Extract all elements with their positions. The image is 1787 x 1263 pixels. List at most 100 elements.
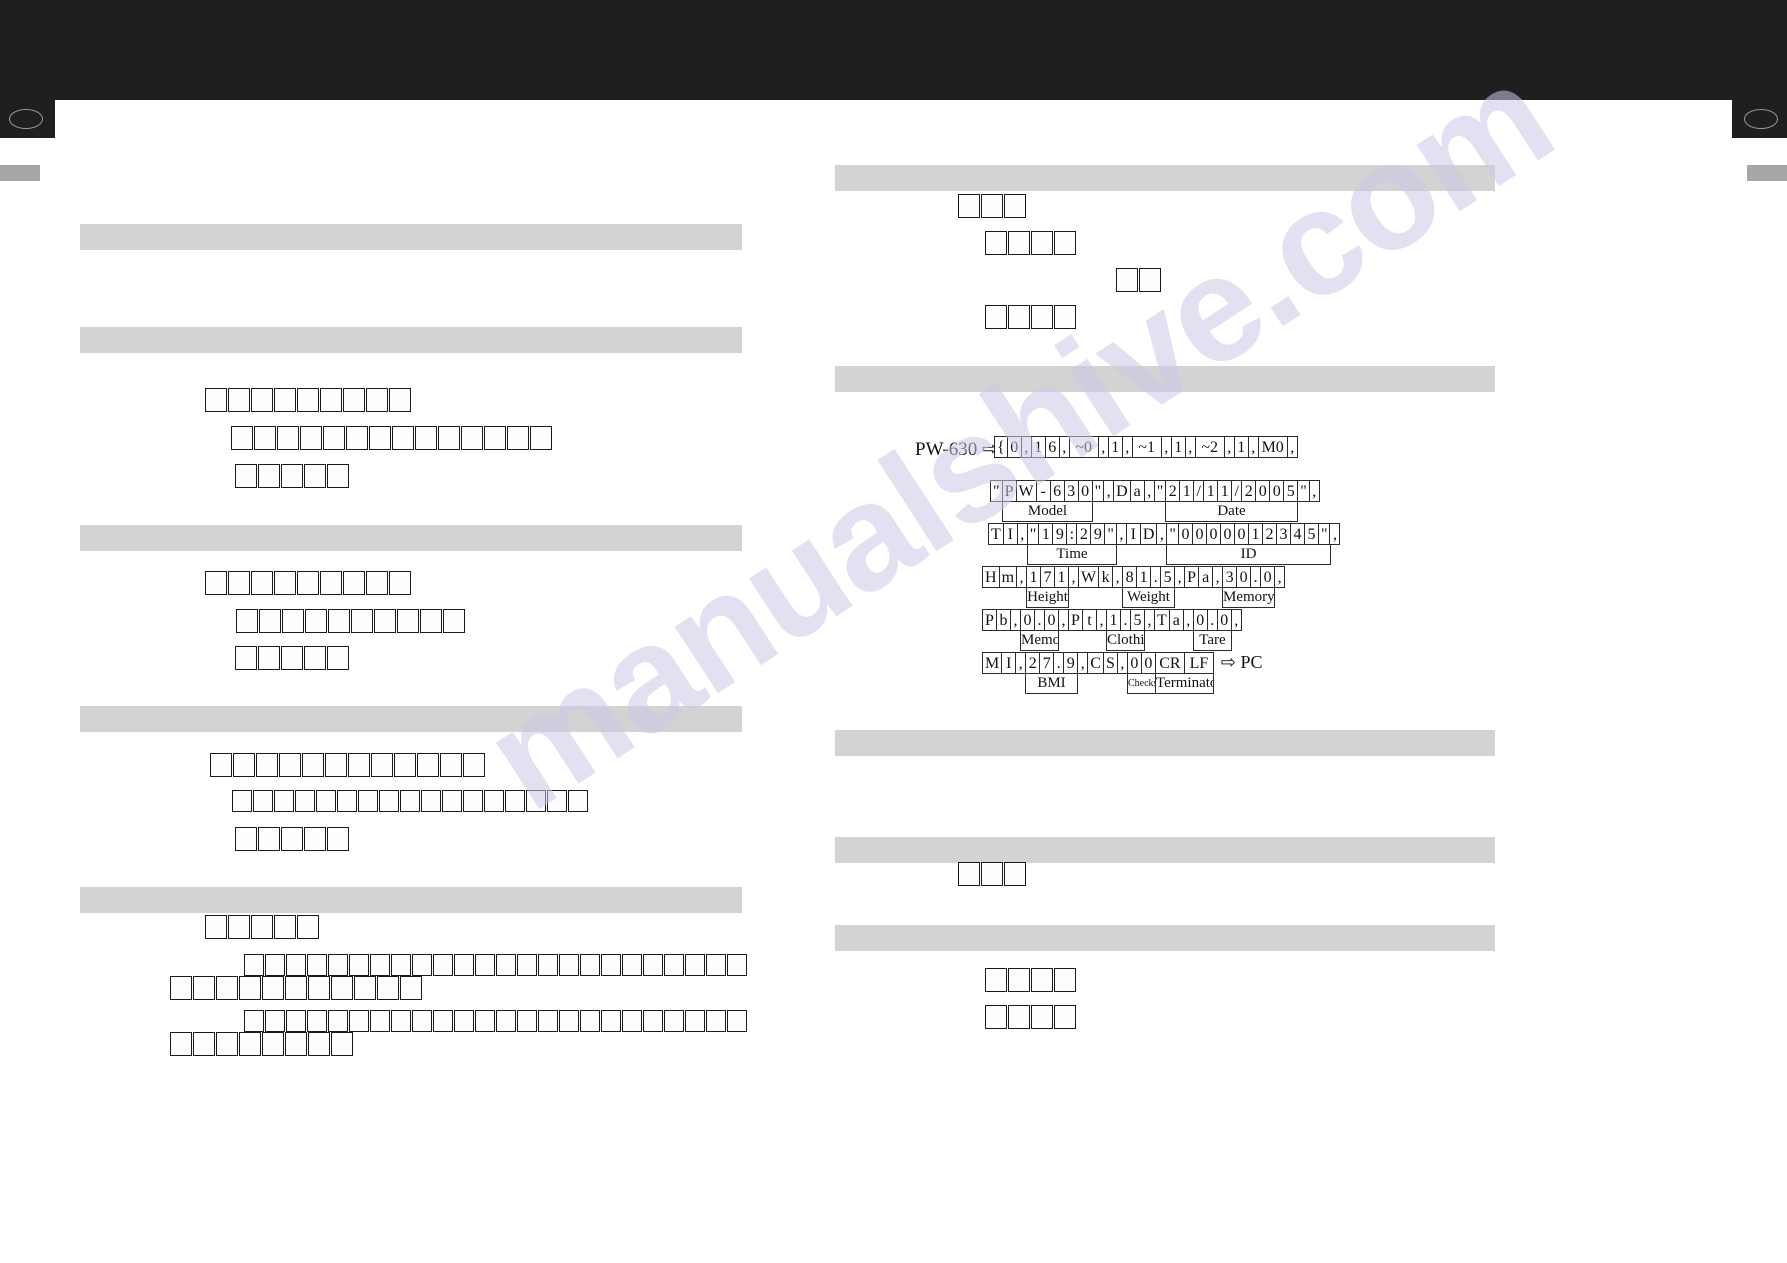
frame-field-label: ID bbox=[1166, 545, 1331, 565]
section-heading-bar bbox=[80, 327, 742, 353]
missing-glyph-box bbox=[170, 976, 192, 1000]
missing-glyph-box bbox=[210, 753, 232, 777]
missing-glyph-box bbox=[348, 753, 370, 777]
frame-cell: 7 bbox=[1039, 652, 1055, 674]
missing-glyph-box bbox=[454, 1010, 474, 1032]
missing-glyph-box bbox=[235, 646, 257, 670]
missing-glyph-box bbox=[282, 609, 304, 633]
frame-cell: 0 bbox=[1044, 609, 1059, 631]
frame-field-label: BMI bbox=[1025, 674, 1078, 694]
missing-glyph-box bbox=[389, 388, 411, 412]
missing-glyph-box bbox=[433, 1010, 453, 1032]
missing-glyph-box bbox=[216, 976, 238, 1000]
missing-glyph-box bbox=[664, 1010, 684, 1032]
frame-cell: 0 bbox=[1192, 609, 1208, 631]
missing-glyph-box bbox=[304, 646, 326, 670]
missing-glyph-box bbox=[454, 954, 474, 976]
missing-glyph-box bbox=[300, 426, 322, 450]
missing-glyph-box bbox=[258, 827, 280, 851]
missing-glyph-box bbox=[1008, 968, 1030, 992]
frame-cell: 0 bbox=[1191, 523, 1207, 545]
missing-glyph-box bbox=[1004, 862, 1026, 886]
missing-glyph-box bbox=[421, 790, 441, 812]
frame-cell: , bbox=[1329, 523, 1341, 545]
missing-glyph-box bbox=[559, 1010, 579, 1032]
frame-cell: 5 bbox=[1160, 566, 1176, 588]
missing-glyph-box bbox=[496, 954, 516, 976]
missing-glyph-box bbox=[1054, 968, 1076, 992]
frame-cell: , bbox=[1308, 480, 1320, 502]
missing-glyph-box bbox=[580, 954, 600, 976]
frame-cell: 0 bbox=[1236, 566, 1252, 588]
text-run bbox=[205, 388, 411, 412]
missing-glyph-box bbox=[484, 790, 504, 812]
section-heading-bar bbox=[80, 224, 742, 250]
frame-cell: M bbox=[982, 652, 1003, 674]
missing-glyph-box bbox=[274, 915, 296, 939]
frame-cell: 0 bbox=[1233, 523, 1249, 545]
output-to-pc-label: ⇨ PC bbox=[1220, 652, 1263, 672]
missing-glyph-box bbox=[547, 790, 567, 812]
frame-cell: 1 bbox=[1107, 436, 1123, 458]
section-heading-bar bbox=[835, 925, 1495, 951]
frame-row: {0, 1 6, ~0, 1, ~1, 1, ~2, 1, M0, bbox=[994, 436, 1298, 458]
text-run bbox=[205, 571, 411, 595]
frame-cell: 0 bbox=[1006, 436, 1022, 458]
missing-glyph-box bbox=[285, 1032, 307, 1056]
text-run bbox=[235, 827, 349, 851]
missing-glyph-box bbox=[279, 753, 301, 777]
missing-glyph-box bbox=[307, 954, 327, 976]
missing-glyph-box bbox=[985, 305, 1007, 329]
missing-glyph-box bbox=[370, 1010, 390, 1032]
frame-cell: 2 bbox=[1241, 480, 1257, 502]
missing-glyph-box bbox=[568, 790, 588, 812]
frame-cell: a bbox=[1129, 480, 1145, 502]
frame-cell: T bbox=[1154, 609, 1170, 631]
missing-glyph-box bbox=[325, 753, 347, 777]
missing-glyph-box bbox=[366, 388, 388, 412]
right-column bbox=[830, 0, 1787, 1263]
frame-cell: CR bbox=[1154, 652, 1185, 674]
missing-glyph-box bbox=[507, 426, 529, 450]
missing-glyph-box bbox=[517, 954, 537, 976]
missing-glyph-box bbox=[320, 571, 342, 595]
missing-glyph-box bbox=[1031, 305, 1053, 329]
text-run bbox=[958, 194, 1026, 218]
missing-glyph-box bbox=[371, 753, 393, 777]
missing-glyph-box bbox=[308, 976, 330, 1000]
frame-cell: I bbox=[1002, 523, 1018, 545]
section-heading-bar bbox=[80, 706, 742, 732]
frame-cell: 9 bbox=[1063, 652, 1079, 674]
frame-cell: 1 bbox=[1170, 436, 1186, 458]
missing-glyph-box bbox=[369, 426, 391, 450]
frame-cell: 0 bbox=[1260, 566, 1276, 588]
frame-cell: T bbox=[988, 523, 1004, 545]
missing-glyph-box bbox=[1031, 1005, 1053, 1029]
frame-cell: 2 bbox=[1025, 652, 1041, 674]
missing-glyph-box bbox=[985, 231, 1007, 255]
frame-cell: 1 bbox=[1179, 480, 1195, 502]
frame-cell: , bbox=[1230, 609, 1242, 631]
missing-glyph-box bbox=[400, 976, 422, 1000]
missing-glyph-box bbox=[286, 954, 306, 976]
frame-cell: ~2 bbox=[1194, 436, 1225, 458]
missing-glyph-box bbox=[262, 1032, 284, 1056]
text-run bbox=[244, 954, 747, 976]
missing-glyph-box bbox=[205, 571, 227, 595]
missing-glyph-box bbox=[251, 388, 273, 412]
frame-cell: 1 bbox=[1203, 480, 1219, 502]
frame-cell: 1 bbox=[1247, 523, 1263, 545]
missing-glyph-box bbox=[244, 1010, 264, 1032]
text-run bbox=[232, 790, 588, 812]
text-run bbox=[231, 426, 552, 450]
frame-cell: 0 bbox=[1140, 652, 1156, 674]
missing-glyph-box bbox=[438, 426, 460, 450]
section-heading-bar bbox=[835, 366, 1495, 392]
frame-cell: m bbox=[998, 566, 1018, 588]
missing-glyph-box bbox=[354, 976, 376, 1000]
frame-cell: 0 bbox=[1255, 480, 1271, 502]
missing-glyph-box bbox=[530, 426, 552, 450]
text-run bbox=[1116, 268, 1161, 292]
missing-glyph-box bbox=[262, 976, 284, 1000]
missing-glyph-box bbox=[297, 388, 319, 412]
